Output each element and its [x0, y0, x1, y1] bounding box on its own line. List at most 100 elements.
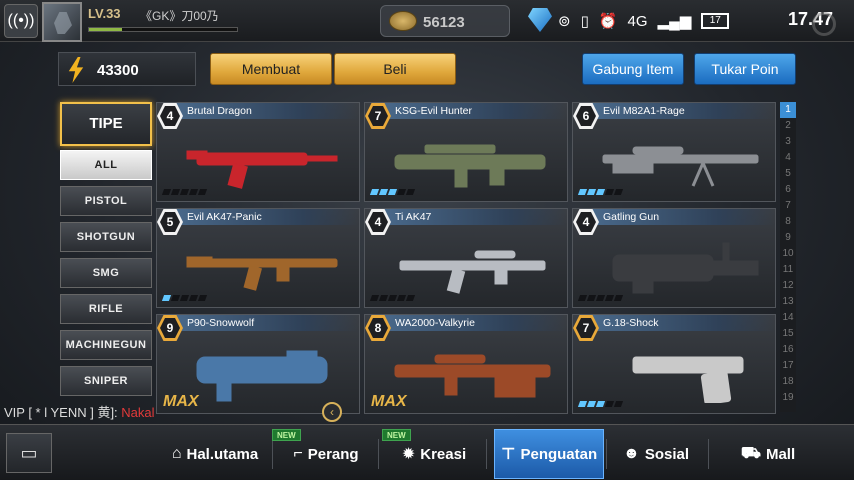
nav-label: Mall [765, 445, 796, 463]
page-number[interactable]: 8 [780, 214, 796, 230]
coin-counter[interactable]: 56123 [380, 5, 510, 37]
upgrade-dots [577, 189, 624, 195]
upgrade-dots [577, 295, 624, 301]
nav-label: Sosial [644, 445, 690, 463]
weapon-card[interactable]: 7 KSG-Evil Hunter [364, 102, 568, 202]
nav-icon: ⌂ [171, 445, 182, 462]
page-number[interactable]: 1 [780, 102, 796, 118]
weapon-card[interactable]: 5 Evil AK47-Panic [156, 208, 360, 308]
gear-icon[interactable] [812, 12, 836, 36]
filter-sniper[interactable]: SNIPER [60, 366, 152, 396]
page-number[interactable]: 4 [780, 150, 796, 166]
alarm-icon: ⏰ [598, 13, 618, 30]
coin-icon [389, 11, 417, 31]
beli-button[interactable]: Beli [334, 53, 456, 85]
nav-label: Perang [307, 445, 359, 463]
broadcast-icon[interactable]: ((•)) [4, 4, 38, 38]
player-name: 《GK》刀00乃 [140, 9, 219, 23]
page-number[interactable]: 7 [780, 198, 796, 214]
max-label: MAX [371, 393, 407, 410]
power-counter: 43300 [58, 52, 196, 86]
avatar[interactable] [42, 2, 82, 42]
tipe-filter-header[interactable]: TIPE [60, 102, 152, 146]
chat-message: Nakal [121, 405, 155, 420]
gabung-item-button[interactable]: Gabung Item [582, 53, 684, 85]
upgrade-dots [369, 189, 416, 195]
power-value: 43300 [97, 62, 139, 79]
upgrade-dots [369, 295, 416, 301]
page-number[interactable]: 17 [780, 358, 796, 374]
screen: ((•)) LV.33 《GK》刀00乃 56123 ⊚ ▯ ⏰ 4G ▂▄▆ … [0, 0, 854, 480]
nav-icon: ✹ [401, 446, 416, 463]
tukar-poin-button[interactable]: Tukar Poin [694, 53, 796, 85]
weapon-card[interactable]: 6 Evil M82A1-Rage [572, 102, 776, 202]
top-status-bar: ((•)) LV.33 《GK》刀00乃 56123 ⊚ ▯ ⏰ 4G ▂▄▆ … [0, 0, 854, 42]
nav-label: Hal.utama [186, 445, 259, 463]
nav-hal-utama[interactable]: ⌂ Hal.utama [160, 429, 270, 479]
nav-divider [378, 439, 379, 469]
page-number[interactable]: 16 [780, 342, 796, 358]
page-number[interactable]: 15 [780, 326, 796, 342]
bolt-icon [68, 57, 84, 83]
weapon-name: Evil M82A1-Rage [603, 105, 685, 117]
page-number[interactable]: 11 [780, 262, 796, 278]
signal-bars-icon: ▂▄▆ [657, 13, 692, 30]
weapon-name: P90-Snowwolf [187, 317, 255, 329]
page-number[interactable]: 3 [780, 134, 796, 150]
weapon-card[interactable]: 8 WA2000-Valkyrie MAX [364, 314, 568, 414]
page-number[interactable]: 2 [780, 118, 796, 134]
filter-pistol[interactable]: PISTOL [60, 186, 152, 216]
page-number[interactable]: 6 [780, 182, 796, 198]
nav-icon: ⛟ [740, 445, 761, 462]
weapon-card[interactable]: 4 Ti AK47 [364, 208, 568, 308]
filter-all[interactable]: ALL [60, 150, 152, 180]
weapon-name: Ti AK47 [395, 211, 432, 223]
filter-smg[interactable]: SMG [60, 258, 152, 288]
weapon-level: 7 [576, 318, 596, 338]
new-badge: NEW [382, 429, 411, 441]
hotspot-icon: ⊚ [558, 13, 571, 30]
weapon-level: 9 [160, 318, 180, 338]
new-badge: NEW [272, 429, 301, 441]
weapon-name: Gatling Gun [603, 211, 660, 223]
page-number[interactable]: 5 [780, 166, 796, 182]
gem-icon[interactable] [528, 8, 552, 32]
page-number[interactable]: 12 [780, 278, 796, 294]
nav-mall[interactable]: ⛟ Mall [718, 429, 818, 479]
weapon-card[interactable]: 4 Brutal Dragon [156, 102, 360, 202]
upgrade-dots [161, 295, 208, 301]
weapon-level: 4 [576, 212, 596, 232]
weapon-card[interactable]: 9 P90-Snowwolf MAX [156, 314, 360, 414]
weapon-card[interactable]: 4 Gatling Gun [572, 208, 776, 308]
page-number[interactable]: 19 [780, 390, 796, 406]
weapon-name: Brutal Dragon [187, 105, 252, 117]
nav-divider [272, 439, 273, 469]
coin-value: 56123 [423, 14, 465, 31]
player-level: LV.33 [88, 6, 121, 21]
weapon-level: 5 [160, 212, 180, 232]
filter-rifle[interactable]: RIFLE [60, 294, 152, 324]
weapon-card[interactable]: 7 G.18-Shock [572, 314, 776, 414]
nav-label: Penguatan [520, 445, 598, 463]
page-number[interactable]: 18 [780, 374, 796, 390]
weapon-level: 7 [368, 106, 388, 126]
nav-sosial[interactable]: ☻ Sosial [606, 429, 706, 479]
filter-shotgun[interactable]: SHOTGUN [60, 222, 152, 252]
xp-bar-fill [89, 28, 122, 31]
chat-prefix: VIP [ * l YENN ] 黄]: [4, 405, 122, 420]
filter-machinegun[interactable]: MACHINEGUN [60, 330, 152, 360]
chat-collapse-icon[interactable]: ‹ [322, 402, 342, 422]
nav-penguatan[interactable]: ⊤ Penguatan [494, 429, 604, 479]
page-number[interactable]: 9 [780, 230, 796, 246]
max-label: MAX [163, 393, 199, 410]
nav-divider [486, 439, 487, 469]
page-number[interactable]: 13 [780, 294, 796, 310]
membuat-button[interactable]: Membuat [210, 53, 332, 85]
page-number[interactable]: 14 [780, 310, 796, 326]
upgrade-dots [161, 189, 208, 195]
xp-bar [88, 27, 238, 32]
page-number[interactable]: 10 [780, 246, 796, 262]
chat-menu-button[interactable]: ▭ [6, 433, 52, 473]
weapon-name: WA2000-Valkyrie [395, 317, 475, 329]
weapon-name: G.18-Shock [603, 317, 659, 329]
